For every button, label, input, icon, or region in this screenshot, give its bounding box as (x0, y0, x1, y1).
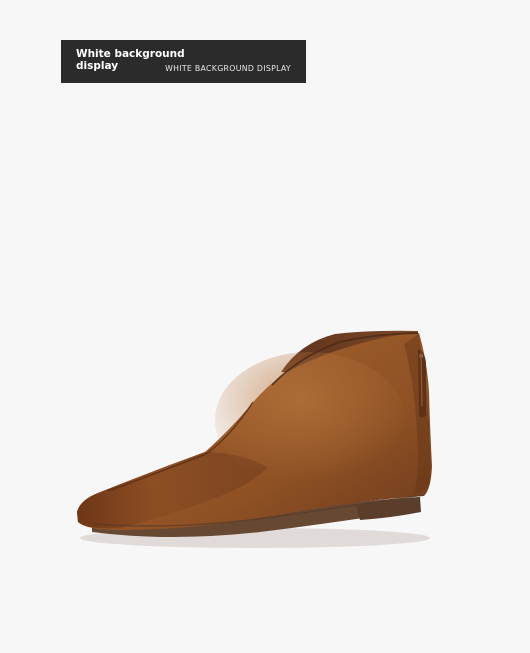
leather-highlight (215, 352, 405, 488)
leather-ankle-boot-photo (77, 330, 432, 548)
